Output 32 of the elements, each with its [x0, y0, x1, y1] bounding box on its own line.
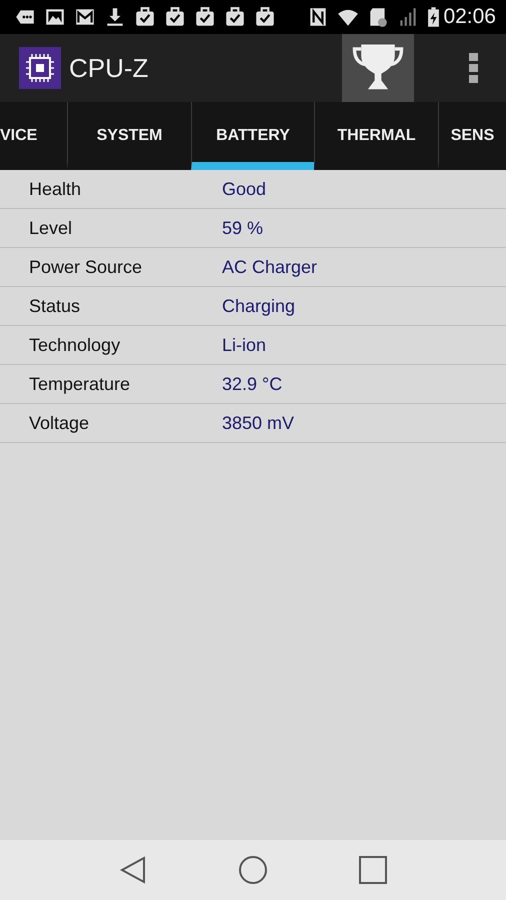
- property-label: Level: [29, 218, 74, 238]
- clipboard-check-icon: [224, 6, 246, 28]
- property-label: Power Source: [29, 256, 144, 278]
- battery-charging-icon: [427, 6, 440, 28]
- clipboard-check-icon: [164, 6, 186, 28]
- property-value: 32.9 °C: [222, 374, 282, 394]
- tab[interactable]: SYSTEM: [67, 102, 191, 170]
- property-value: AC Charger: [222, 256, 318, 278]
- property-label: Health: [29, 178, 82, 200]
- recents-icon[interactable]: [358, 855, 388, 885]
- property-label: Voltage: [29, 412, 90, 434]
- tab[interactable]: THERMAL: [314, 102, 438, 170]
- tab[interactable]: SENS: [438, 102, 506, 170]
- tab[interactable]: VICE: [0, 102, 67, 170]
- clipboard-check-icon: [254, 6, 276, 28]
- property-value: Good: [222, 178, 266, 200]
- clipboard-check-icon: [134, 6, 156, 28]
- chip-icon: [19, 47, 61, 89]
- property-value: Li-ion: [222, 334, 266, 356]
- app-title: CPU-Z: [69, 52, 148, 84]
- property-value: 3850 mV: [222, 412, 294, 434]
- trophy-button[interactable]: [342, 34, 414, 102]
- clipboard-check-icon: [194, 6, 216, 28]
- tab[interactable]: BATTERY: [191, 102, 314, 170]
- property-label: Temperature: [29, 374, 132, 394]
- property-value: Charging: [222, 296, 296, 316]
- property-label: Technology: [29, 334, 122, 356]
- property-value: 59 %: [222, 218, 264, 238]
- back-icon[interactable]: [118, 855, 148, 885]
- home-icon[interactable]: [238, 855, 268, 885]
- status-time: 02:06: [443, 5, 496, 29]
- property-label: Status: [29, 296, 82, 316]
